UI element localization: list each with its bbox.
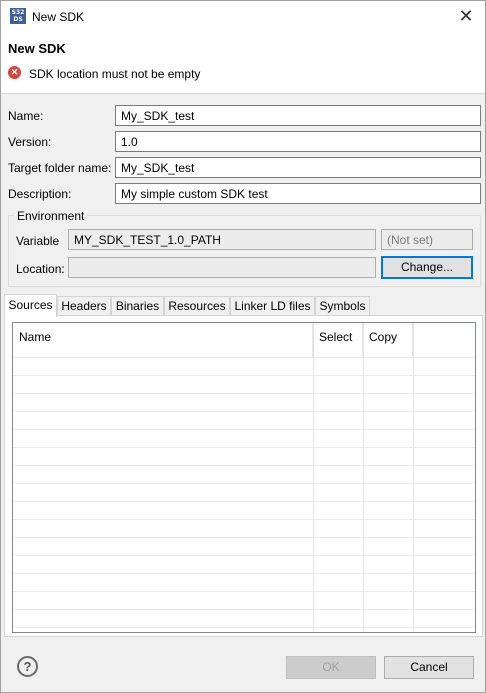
table-row-divider bbox=[13, 447, 475, 448]
table-row-divider bbox=[13, 375, 475, 376]
table-row-divider bbox=[13, 393, 475, 394]
table-row-divider bbox=[13, 627, 475, 628]
title-bar: S32 DS New SDK ✕ bbox=[1, 1, 485, 32]
change-button[interactable]: Change... bbox=[381, 256, 473, 279]
tab-resources[interactable]: Resources bbox=[164, 296, 230, 316]
error-icon: ✕ bbox=[8, 66, 21, 79]
tab-symbols[interactable]: Symbols bbox=[315, 296, 370, 316]
variable-status: (Not set) bbox=[381, 229, 473, 250]
sources-panel: Name Select Copy bbox=[4, 315, 483, 637]
environment-legend: Environment bbox=[15, 209, 87, 223]
table-row-divider bbox=[13, 519, 475, 520]
page-title: New SDK bbox=[8, 41, 66, 56]
location-label: Location: bbox=[16, 262, 65, 276]
table-row-divider bbox=[13, 555, 475, 556]
table-row-divider bbox=[13, 501, 475, 502]
tab-sources[interactable]: Sources bbox=[4, 294, 57, 317]
table-row-divider bbox=[13, 609, 475, 610]
error-message: SDK location must not be empty bbox=[29, 67, 201, 81]
column-divider bbox=[363, 323, 364, 632]
new-sdk-dialog: S32 DS New SDK ✕ New SDK ✕ SDK location … bbox=[0, 0, 486, 693]
version-label: Version: bbox=[8, 135, 52, 149]
table-row-divider bbox=[13, 465, 475, 466]
window-title: New SDK bbox=[32, 10, 85, 24]
help-icon[interactable]: ? bbox=[17, 656, 38, 677]
dialog-header: New SDK ✕ SDK location must not be empty bbox=[1, 32, 485, 94]
variable-label: Variable bbox=[16, 234, 60, 248]
cancel-button[interactable]: Cancel bbox=[384, 656, 474, 679]
description-label: Description: bbox=[8, 187, 72, 201]
target-folder-label: Target folder name: bbox=[8, 161, 112, 175]
version-field[interactable]: 1.0 bbox=[115, 131, 481, 152]
column-divider bbox=[313, 323, 314, 632]
table-row-divider bbox=[13, 591, 475, 592]
tab-linker-ld-files[interactable]: Linker LD files bbox=[230, 296, 315, 316]
table-row-divider bbox=[13, 429, 475, 430]
table-row-divider bbox=[13, 411, 475, 412]
description-field[interactable]: My simple custom SDK test bbox=[115, 183, 481, 204]
target-folder-field[interactable]: My_SDK_test bbox=[115, 157, 481, 178]
column-header-copy[interactable]: Copy bbox=[363, 323, 413, 357]
app-logo-icon: S32 DS bbox=[10, 8, 26, 24]
ok-button[interactable]: OK bbox=[286, 656, 376, 679]
column-divider bbox=[413, 323, 414, 632]
tab-headers[interactable]: Headers bbox=[57, 296, 111, 316]
name-label: Name: bbox=[8, 109, 44, 123]
table-row-divider bbox=[13, 357, 475, 358]
table-row-divider bbox=[13, 573, 475, 574]
table-row-divider bbox=[13, 483, 475, 484]
tab-binaries[interactable]: Binaries bbox=[111, 296, 164, 316]
name-field[interactable]: My_SDK_test bbox=[115, 105, 481, 126]
table-row-divider bbox=[13, 537, 475, 538]
column-header-select[interactable]: Select bbox=[313, 323, 363, 357]
sources-table[interactable]: Name Select Copy bbox=[12, 322, 476, 633]
close-button[interactable]: ✕ bbox=[455, 5, 477, 27]
location-field bbox=[68, 257, 376, 278]
variable-field: MY_SDK_TEST_1.0_PATH bbox=[68, 229, 376, 250]
column-header-name[interactable]: Name bbox=[13, 323, 313, 357]
